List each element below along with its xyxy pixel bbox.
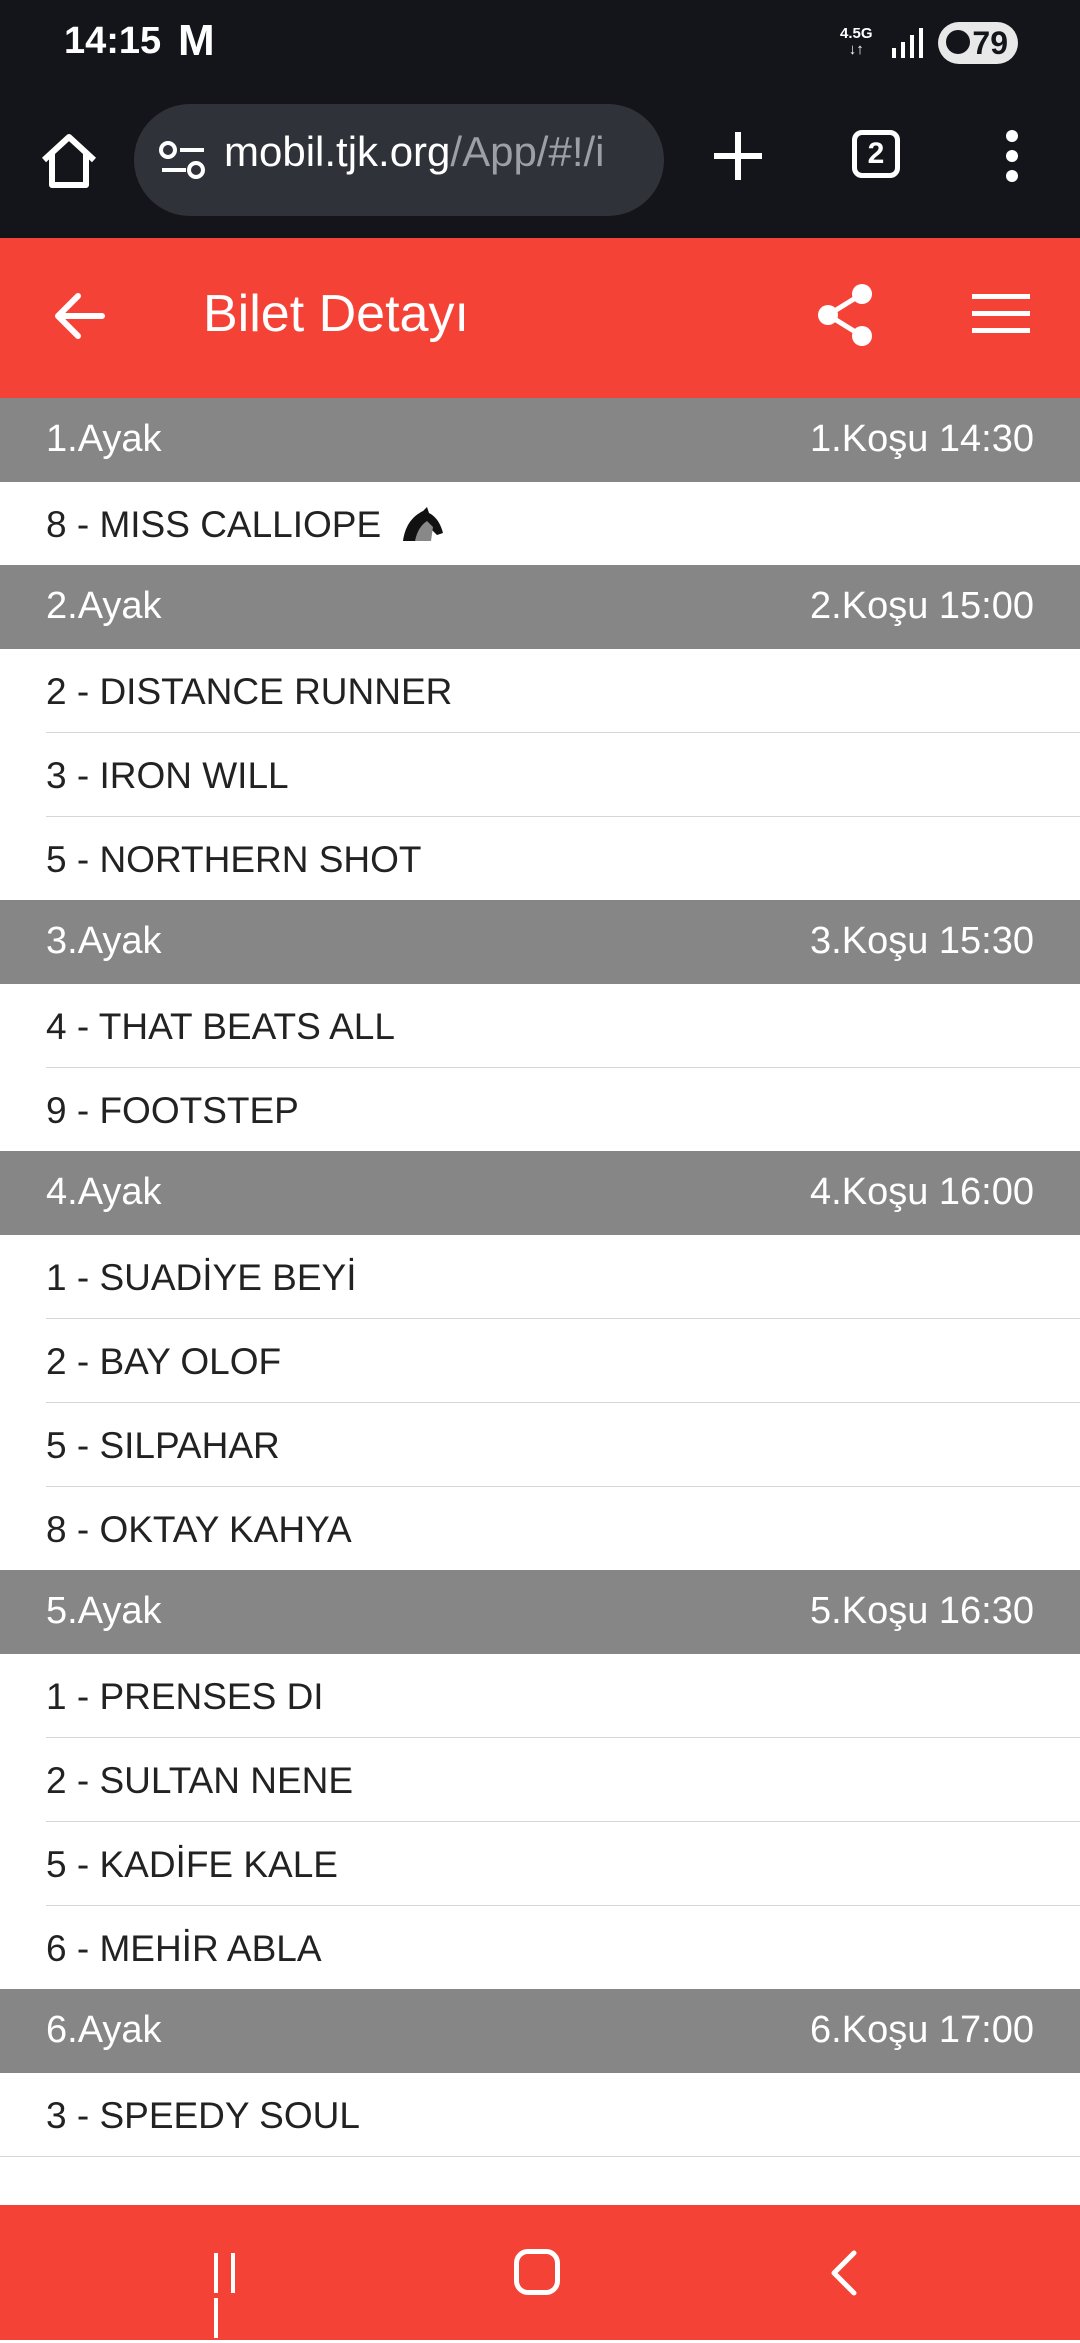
- page-title: Bilet Detayı: [203, 285, 469, 343]
- leg-name: 2.Ayak: [46, 585, 162, 627]
- app-header: Bilet Detayı: [0, 238, 1080, 398]
- horse-label: 5 - KADİFE KALE: [46, 1844, 338, 1885]
- url-text[interactable]: mobil.tjk.org/App/#!/i: [224, 128, 605, 176]
- leg-header: 5.Ayak 5.Koşu 16:30: [0, 1570, 1080, 1654]
- horse-row[interactable]: 8 - MISS CALLIOPE: [0, 482, 1080, 565]
- tab-switcher-button[interactable]: 2: [852, 130, 900, 178]
- horse-label: 1 - PRENSES DI: [46, 1676, 324, 1717]
- horse-row[interactable]: 5 - SILPAHAR: [46, 1403, 1080, 1487]
- horse-row[interactable]: 2 - BAY OLOF: [46, 1319, 1080, 1403]
- leg-race-time: 6.Koşu 17:00: [810, 2009, 1034, 2051]
- leg-name: 4.Ayak: [46, 1171, 162, 1213]
- leg-name: 6.Ayak: [46, 2009, 162, 2051]
- more-options-icon[interactable]: [996, 126, 1028, 186]
- horse-label: 8 - MISS CALLIOPE: [46, 504, 445, 546]
- horse-row[interactable]: 4 - THAT BEATS ALL: [46, 984, 1080, 1068]
- horse-label: 2 - BAY OLOF: [46, 1341, 282, 1382]
- horse-row[interactable]: 5 - NORTHERN SHOT: [0, 817, 1080, 900]
- leg-race-time: 1.Koşu 14:30: [810, 418, 1034, 460]
- horse-label: 2 - DISTANCE RUNNER: [46, 671, 453, 712]
- horse-row[interactable]: 6 - MEHİR ABLA: [0, 1906, 1080, 1989]
- leg-name: 5.Ayak: [46, 1590, 162, 1632]
- leg-header: 1.Ayak 1.Koşu 14:30: [0, 398, 1080, 482]
- new-tab-icon[interactable]: [710, 128, 766, 184]
- horse-label: 2 - SULTAN NENE: [46, 1760, 354, 1801]
- horse-label: 9 - FOOTSTEP: [46, 1090, 299, 1131]
- signal-icon: [892, 28, 923, 58]
- arrow-left-icon[interactable]: [50, 286, 110, 346]
- leg-race-time: 5.Koşu 16:30: [810, 1590, 1034, 1632]
- home-icon[interactable]: [38, 130, 100, 192]
- browser-toolbar: mobil.tjk.org/App/#!/i 2: [0, 90, 1080, 238]
- horse-label: 4 - THAT BEATS ALL: [46, 1006, 395, 1047]
- horse-label: 6 - MEHİR ABLA: [46, 1928, 322, 1969]
- horse-row[interactable]: 5 - KADİFE KALE: [46, 1822, 1080, 1906]
- leg-race-time: 2.Koşu 15:00: [810, 585, 1034, 627]
- url-bar[interactable]: mobil.tjk.org/App/#!/i: [134, 104, 664, 216]
- horse-head-icon: [403, 507, 444, 541]
- system-nav-bar: [0, 2205, 1080, 2340]
- horse-row[interactable]: 3 - SPEEDY SOUL: [0, 2073, 1080, 2157]
- leg-header: 2.Ayak 2.Koşu 15:00: [0, 565, 1080, 649]
- leg-race-time: 4.Koşu 16:00: [810, 1171, 1034, 1213]
- horse-row[interactable]: 8 - OKTAY KAHYA: [0, 1487, 1080, 1570]
- battery-indicator: 79: [938, 22, 1018, 64]
- horse-label: 3 - IRON WILL: [46, 755, 289, 796]
- recent-apps-icon[interactable]: [214, 2253, 260, 2338]
- horse-label: 1 - SUADİYE BEYİ: [46, 1257, 357, 1298]
- horse-row[interactable]: 3 - IRON WILL: [46, 733, 1080, 817]
- site-settings-icon[interactable]: [158, 138, 208, 182]
- horse-row[interactable]: 2 - SULTAN NENE: [46, 1738, 1080, 1822]
- leg-name: 1.Ayak: [46, 418, 162, 460]
- horse-row[interactable]: 9 - FOOTSTEP: [0, 1068, 1080, 1151]
- leg-name: 3.Ayak: [46, 920, 162, 962]
- share-icon[interactable]: [814, 282, 876, 348]
- network-type: 4.5G ↓↑: [840, 25, 873, 58]
- battery-level: 79: [972, 24, 1008, 61]
- horse-label: 8 - OKTAY KAHYA: [46, 1509, 352, 1550]
- battery-saver-icon: [946, 30, 970, 54]
- horse-row[interactable]: 1 - PRENSES DI: [46, 1654, 1080, 1738]
- home-button-icon[interactable]: [514, 2249, 560, 2295]
- horse-label: 3 - SPEEDY SOUL: [46, 2095, 360, 2136]
- carrier-icon: M: [178, 16, 215, 65]
- horse-label: 5 - SILPAHAR: [46, 1425, 280, 1466]
- leg-header: 3.Ayak 3.Koşu 15:30: [0, 900, 1080, 984]
- leg-header: 6.Ayak 6.Koşu 17:00: [0, 1989, 1080, 2073]
- leg-header: 4.Ayak 4.Koşu 16:00: [0, 1151, 1080, 1235]
- hamburger-menu-icon[interactable]: [972, 294, 1030, 340]
- horse-row[interactable]: 1 - SUADİYE BEYİ: [46, 1235, 1080, 1319]
- horse-row[interactable]: 2 - DISTANCE RUNNER: [46, 649, 1080, 733]
- status-bar: 14:15 M 4.5G ↓↑ 79: [0, 0, 1080, 90]
- horse-label: 5 - NORTHERN SHOT: [46, 839, 422, 880]
- url-host: mobil.tjk.org: [224, 128, 451, 175]
- ticket-legs-list: 1.Ayak 1.Koşu 14:30 8 - MISS CALLIOPE 2.…: [0, 398, 1080, 2157]
- back-nav-icon[interactable]: [828, 2249, 858, 2297]
- leg-race-time: 3.Koşu 15:30: [810, 920, 1034, 962]
- status-time: 14:15: [64, 20, 162, 62]
- url-path: /App/#!/i: [450, 128, 605, 175]
